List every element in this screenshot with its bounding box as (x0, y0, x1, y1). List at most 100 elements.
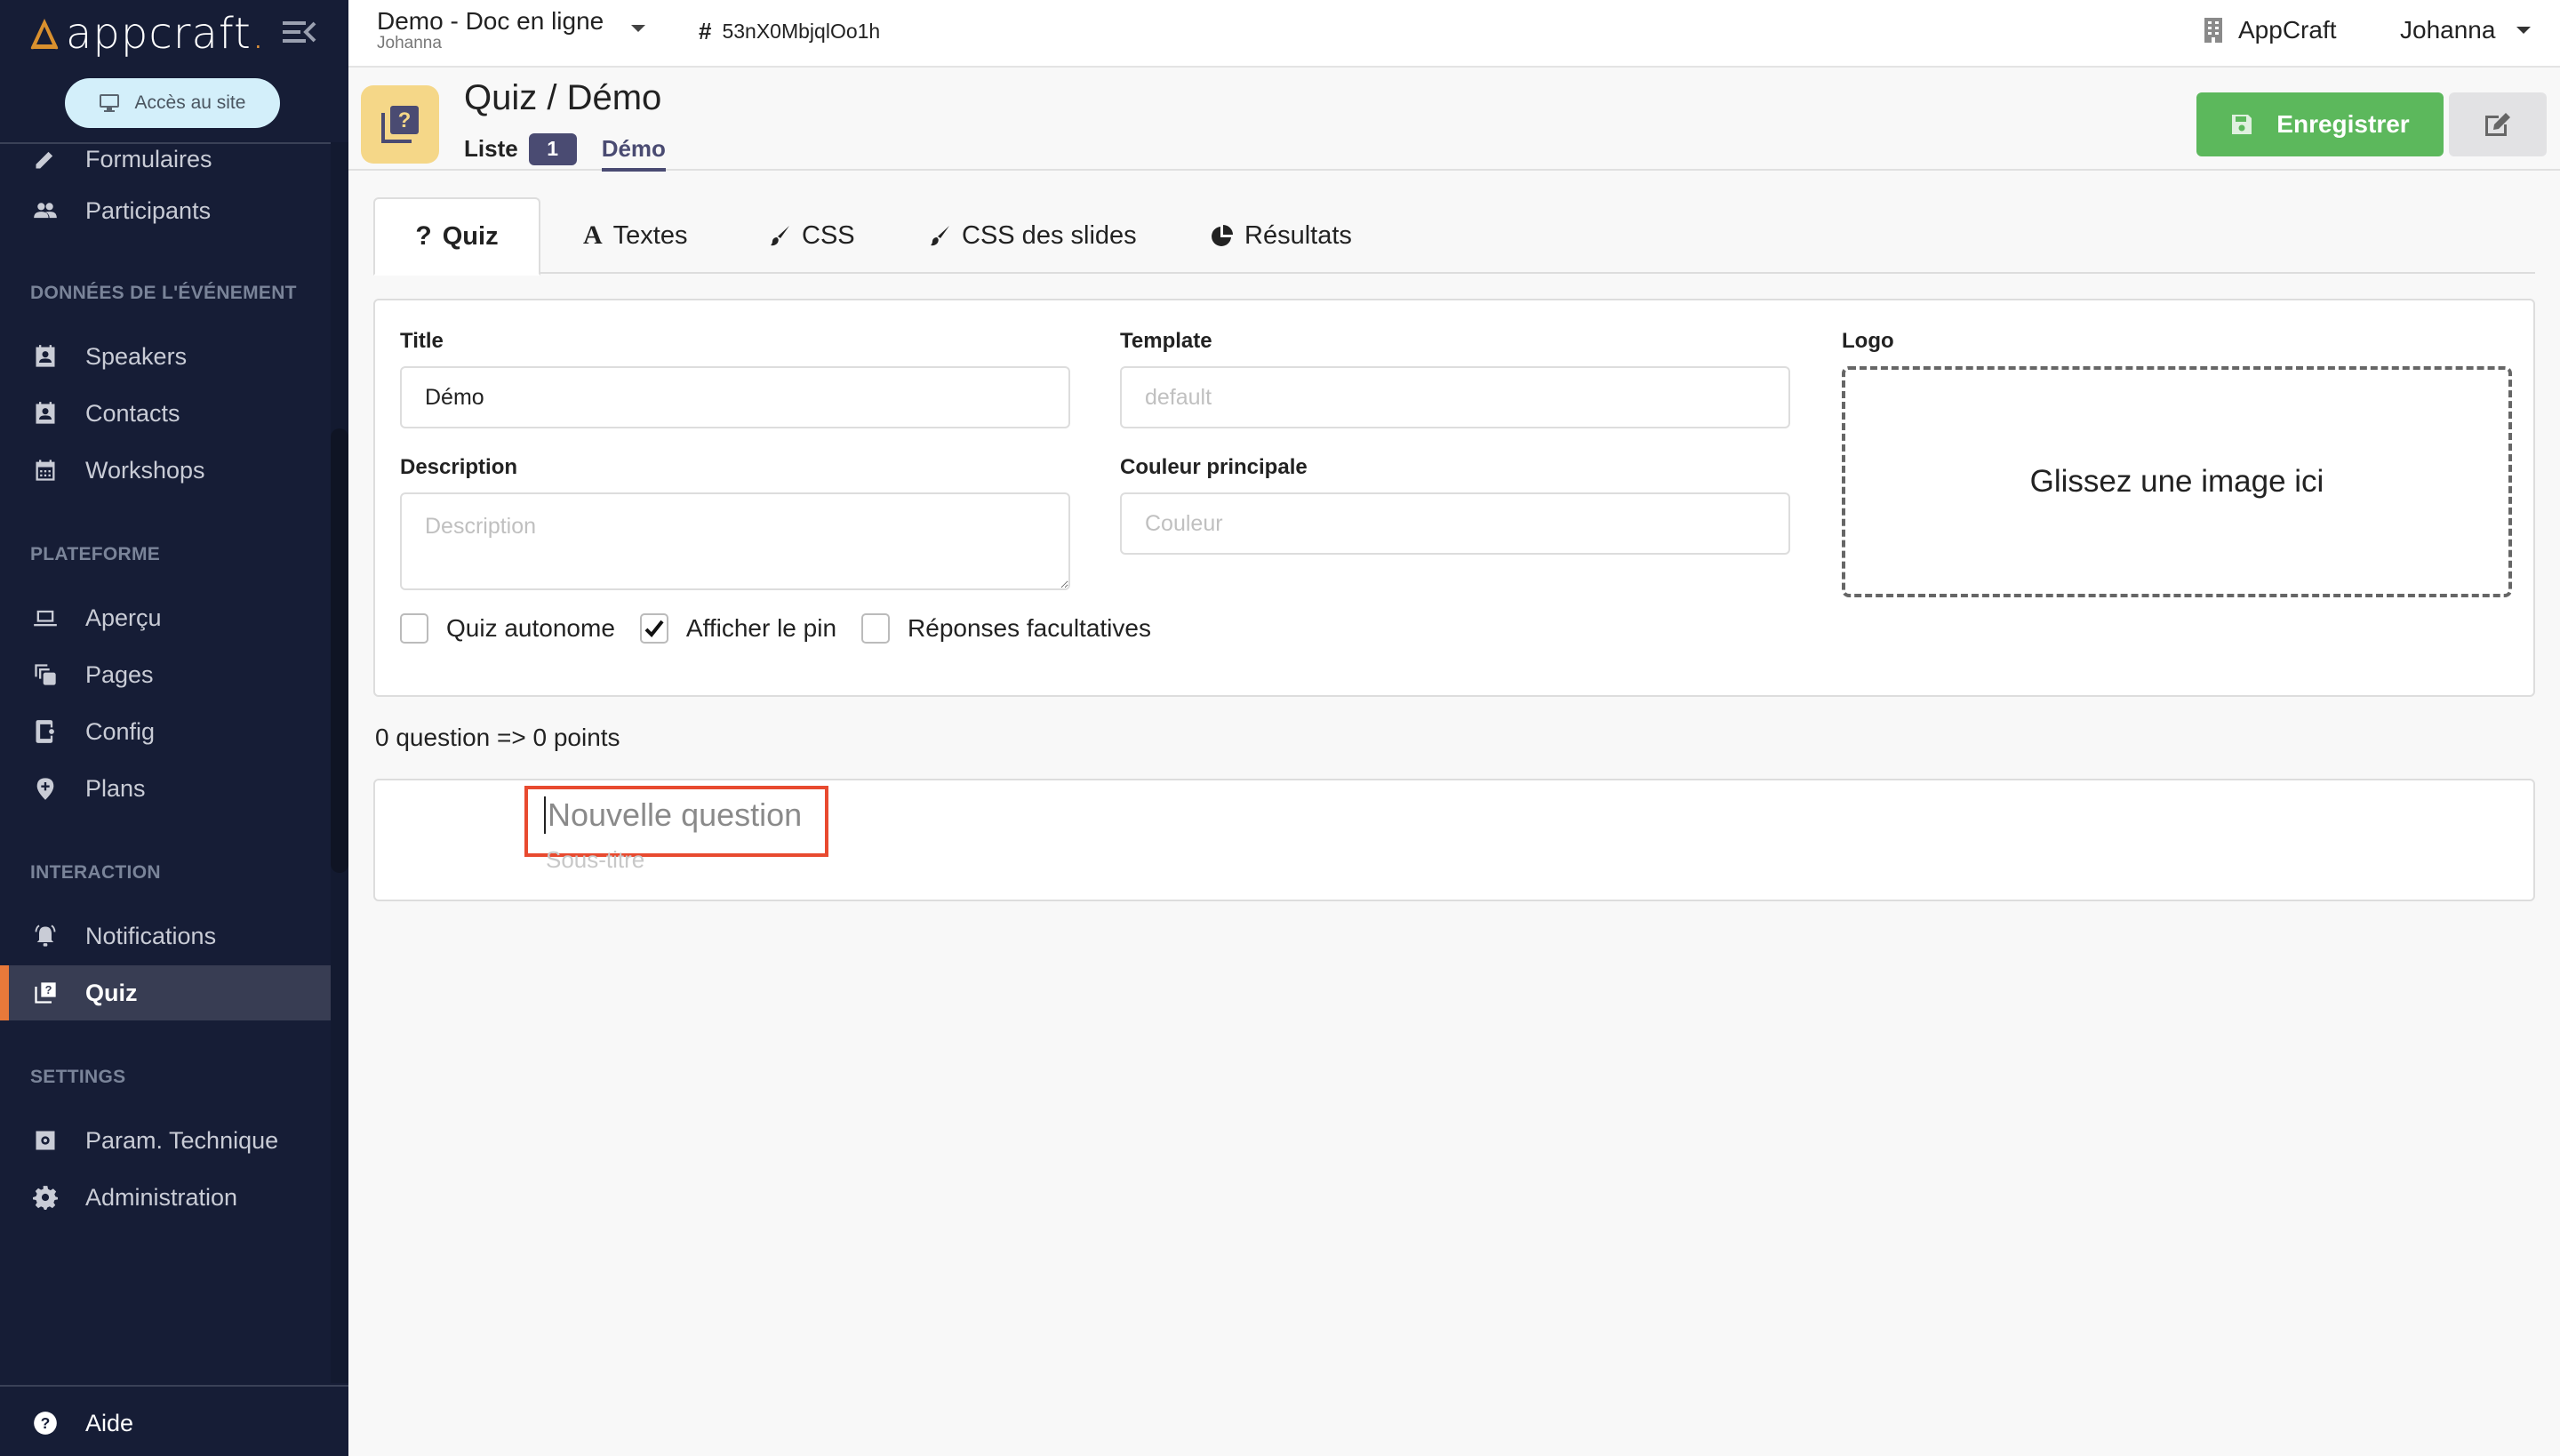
svg-text:?: ? (41, 1414, 51, 1432)
sidebar-item-pages[interactable]: Pages (0, 647, 331, 702)
caret-down-icon (2516, 27, 2532, 34)
project-selector[interactable]: Demo - Doc en ligne Johanna (377, 7, 604, 53)
sidebar-item-workshops[interactable]: Workshops (0, 443, 331, 498)
color-input[interactable] (1120, 492, 1790, 555)
quiz-autonome-checkbox[interactable]: Quiz autonome (400, 613, 615, 644)
bell-ring-icon (32, 923, 59, 949)
edit-button[interactable] (2449, 92, 2547, 156)
description-textarea[interactable] (400, 492, 1070, 590)
checkbox-box[interactable] (400, 613, 428, 644)
section-title-settings: SETTINGS (30, 1067, 126, 1087)
tab-css[interactable]: CSS (768, 197, 855, 274)
contact-card-icon (32, 343, 59, 370)
sidebar-item-administration[interactable]: Administration (0, 1170, 331, 1225)
site-access-button[interactable]: Accès au site (65, 78, 280, 128)
font-icon: A (583, 220, 603, 250)
sidebar: appcraft. Accès au site Formulaires Part… (0, 0, 348, 1456)
paint-brush-icon (931, 226, 949, 246)
tab-resultats[interactable]: Résultats (1211, 197, 1352, 274)
section-title-event-data: DONNÉES DE L'ÉVÉNEMENT (30, 283, 297, 303)
appcraft-logo[interactable]: appcraft. (28, 9, 266, 59)
sidebar-item-formulaires[interactable]: Formulaires (0, 144, 331, 187)
project-name: Demo - Doc en ligne (377, 7, 604, 35)
afficher-pin-checkbox[interactable]: Afficher le pin (639, 613, 836, 644)
breadcrumb-liste[interactable]: Liste (464, 135, 518, 163)
sidebar-item-speakers[interactable]: Speakers (0, 329, 331, 384)
sidebar-nav: Formulaires Participants DONNÉES DE L'ÉV… (0, 142, 331, 1383)
checkbox-box[interactable] (639, 613, 668, 644)
description-label: Description (400, 455, 518, 479)
people-icon (32, 197, 59, 224)
quiz-module-icon: ? (361, 85, 439, 164)
pie-chart-icon (1212, 225, 1233, 246)
caret-down-icon[interactable] (631, 25, 645, 32)
title-label: Title (400, 329, 444, 353)
sidebar-item-notifications[interactable]: Notifications (0, 908, 331, 964)
sidebar-scrollbar-thumb[interactable] (331, 428, 348, 873)
question-points-summary: 0 question => 0 points (375, 724, 620, 751)
svg-text:?: ? (45, 983, 52, 996)
top-bar: Demo - Doc en ligne Johanna # 53nX0Mbjql… (348, 0, 2560, 68)
map-pin-plus-icon (32, 775, 59, 802)
quiz-settings-card: Title Template Logo Glissez une image ic… (373, 299, 2535, 697)
checkmark-icon (644, 620, 664, 637)
monitor-icon (99, 94, 119, 112)
organization-link[interactable]: AppCraft (2203, 16, 2337, 44)
logo-mark-icon (30, 19, 59, 50)
logo-dropzone[interactable]: Glissez une image ici (1842, 366, 2512, 597)
template-label: Template (1120, 329, 1212, 353)
template-input[interactable] (1120, 366, 1790, 428)
question-title-input[interactable] (544, 796, 811, 834)
phone-settings-icon (32, 718, 59, 745)
question-icon: ? (415, 221, 432, 251)
project-id[interactable]: # 53nX0MbjqlOo1h (699, 18, 880, 45)
user-menu[interactable]: Johanna (2400, 16, 2532, 44)
breadcrumb-current[interactable]: Démo (601, 135, 666, 172)
sidebar-item-plans[interactable]: Plans (0, 761, 331, 816)
hash-icon: # (699, 18, 712, 44)
checkbox-box[interactable] (861, 613, 891, 644)
brand-name: appcraft. (66, 9, 267, 59)
project-owner: Johanna (377, 34, 442, 52)
sidebar-item-quiz[interactable]: ? Quiz (0, 965, 331, 1020)
quiz-tabs: ? Quiz A Textes CSS CSS des slides Résul… (373, 197, 2535, 276)
page-header: ? Quiz / Démo Liste 1 Démo Enregistrer (348, 68, 2560, 172)
menu-collapse-icon (283, 21, 316, 43)
reponses-facultatives-checkbox[interactable]: Réponses facultatives (861, 613, 1151, 644)
site-access-label: Accès au site (134, 92, 246, 113)
tab-textes[interactable]: A Textes (583, 197, 688, 274)
contact-card-icon (32, 400, 59, 427)
section-title-interaction: INTERACTION (30, 862, 161, 883)
list-count-badge: 1 (528, 132, 577, 165)
options-checkboxes: Quiz autonome Afficher le pin Réponses f… (400, 613, 1176, 644)
sidebar-item-apercu[interactable]: Aperçu (0, 590, 331, 645)
calendar-icon (32, 457, 59, 484)
sidebar-footer: ? Aide (0, 1385, 348, 1456)
logo-label: Logo (1842, 329, 1894, 353)
breadcrumb: Liste 1 Démo (464, 126, 666, 172)
question-subtitle-input[interactable] (546, 846, 812, 874)
color-label: Couleur principale (1120, 455, 1308, 479)
gear-icon (32, 1184, 59, 1211)
building-icon (2204, 18, 2222, 43)
sidebar-item-participants[interactable]: Participants (0, 183, 331, 238)
help-circle-icon: ? (32, 1410, 59, 1436)
pencil-icon (32, 146, 59, 172)
section-title-plateforme: PLATEFORME (30, 544, 161, 564)
sidebar-item-contacts[interactable]: Contacts (0, 386, 331, 441)
svg-text:?: ? (398, 108, 412, 132)
floppy-disk-icon (2232, 115, 2252, 134)
new-question-card (373, 779, 2535, 901)
sidebar-item-aide[interactable]: ? Aide (0, 1396, 331, 1451)
title-input[interactable] (400, 366, 1070, 428)
user-name: Johanna (2400, 16, 2496, 44)
collapse-sidebar-button[interactable] (281, 16, 316, 48)
sidebar-item-config[interactable]: Config (0, 704, 331, 759)
tab-quiz[interactable]: ? Quiz (373, 197, 540, 276)
pages-icon (32, 661, 59, 688)
sidebar-item-param-technique[interactable]: Param. Technique (0, 1113, 331, 1168)
save-button[interactable]: Enregistrer (2196, 92, 2444, 156)
paint-brush-icon (771, 226, 789, 246)
tab-css-slides[interactable]: CSS des slides (928, 197, 1137, 274)
settings-box-icon (32, 1127, 59, 1154)
